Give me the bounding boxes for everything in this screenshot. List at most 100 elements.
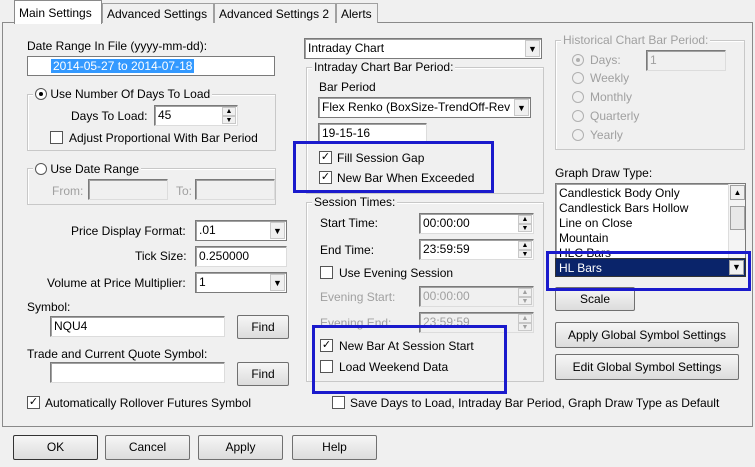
new-bar-session-start-checkbox[interactable]: ✓ <box>320 339 333 352</box>
new-bar-exceeded-checkbox[interactable]: ✓ <box>319 171 332 184</box>
intraday-bar-period-title: Intraday Chart Bar Period: <box>312 60 456 74</box>
start-time-label: Start Time: <box>320 216 379 230</box>
bar-period-value: Flex Renko (BoxSize-TrendOff-Rev <box>322 100 511 114</box>
date-range-value: 2014-05-27 to 2014-07-18 <box>51 59 195 73</box>
historical-weekly-label: Weekly <box>590 71 630 85</box>
graph-draw-scrollbar[interactable]: ▲ <box>728 184 745 258</box>
auto-rollover-checkbox[interactable]: ✓ <box>27 396 40 409</box>
historical-yearly-radio[interactable] <box>572 129 584 141</box>
historical-quarterly-radio[interactable] <box>572 110 584 122</box>
date-range-option[interactable]: Use Date Range <box>33 162 142 176</box>
quote-symbol-input[interactable] <box>50 362 225 383</box>
spin-down-icon[interactable]: ▼ <box>518 249 532 258</box>
graph-draw-type-list[interactable]: Candlestick Body Only Candlestick Bars H… <box>555 183 746 259</box>
dropdown-arrow-icon[interactable]: ▼ <box>729 260 744 275</box>
graph-draw-type-label: Graph Draw Type: <box>555 166 653 180</box>
load-weekend-checkbox[interactable] <box>320 360 333 373</box>
volume-multiplier-select[interactable]: 1 ▼ <box>195 272 287 293</box>
adjust-proportional-checkbox[interactable] <box>50 131 63 144</box>
spin-down-icon[interactable]: ▼ <box>518 296 532 305</box>
bar-period-select[interactable]: Flex Renko (BoxSize-TrendOff-Rev ▼ <box>318 97 531 118</box>
from-input[interactable] <box>88 179 168 200</box>
scroll-up-icon[interactable]: ▲ <box>730 185 745 200</box>
end-time-spinner[interactable]: ▲ ▼ <box>518 241 532 258</box>
evening-start-value: 00:00:00 <box>423 289 470 303</box>
volume-multiplier-label: Volume at Price Multiplier: <box>47 276 186 290</box>
fill-session-gap-label: Fill Session Gap <box>337 151 425 165</box>
to-input[interactable] <box>195 179 275 200</box>
bar-period-parameter-input[interactable]: 19-15-16 <box>318 123 427 144</box>
dropdown-arrow-icon[interactable]: ▼ <box>270 274 285 291</box>
evening-end-spinner[interactable]: ▲ ▼ <box>518 314 532 331</box>
new-bar-session-start-label: New Bar At Session Start <box>339 339 474 353</box>
tab-main-settings[interactable]: Main Settings <box>14 0 102 24</box>
symbol-find-button[interactable]: Find <box>237 315 289 339</box>
historical-quarterly-label: Quarterly <box>590 109 640 123</box>
evening-start-spinner[interactable]: ▲ ▼ <box>518 288 532 305</box>
spin-down-icon[interactable]: ▼ <box>518 223 532 232</box>
date-range-radio[interactable] <box>35 163 47 175</box>
symbol-label: Symbol: <box>27 300 71 314</box>
list-item[interactable]: Line on Close <box>556 216 745 231</box>
edit-global-settings-button[interactable]: Edit Global Symbol Settings <box>555 354 739 380</box>
days-to-load-input[interactable]: 45 ▲ ▼ <box>154 105 238 126</box>
help-button[interactable]: Help <box>292 435 377 460</box>
evening-start-input[interactable]: 00:00:00 ▲ ▼ <box>419 286 534 307</box>
quote-symbol-find-button[interactable]: Find <box>237 362 289 386</box>
days-to-load-spinner[interactable]: ▲ ▼ <box>222 107 236 124</box>
historical-yearly-label: Yearly <box>590 128 623 142</box>
chart-type-select[interactable]: Intraday Chart ▼ <box>304 38 542 59</box>
evening-end-input[interactable]: 23:59:59 ▲ ▼ <box>419 312 534 333</box>
spin-up-icon[interactable]: ▲ <box>518 241 532 250</box>
dropdown-arrow-icon[interactable]: ▼ <box>270 222 285 239</box>
date-range-field[interactable]: 2014-05-27 to 2014-07-18 <box>27 56 275 76</box>
tab-advanced-settings-2[interactable]: Advanced Settings 2 <box>214 3 336 23</box>
ok-button[interactable]: OK <box>13 435 98 460</box>
scroll-thumb[interactable] <box>730 206 745 230</box>
graph-draw-type-select[interactable]: HL Bars ▼ <box>555 258 746 277</box>
list-item[interactable]: Mountain <box>556 231 745 246</box>
end-time-label: End Time: <box>320 243 375 257</box>
use-date-range-label: Use Date Range <box>50 162 140 176</box>
spin-up-icon[interactable]: ▲ <box>222 107 236 116</box>
historical-monthly-radio[interactable] <box>572 91 584 103</box>
spin-down-icon[interactable]: ▼ <box>518 322 532 331</box>
end-time-value: 23:59:59 <box>423 242 470 256</box>
tab-alerts[interactable]: Alerts <box>336 3 378 23</box>
fill-session-gap-checkbox[interactable]: ✓ <box>319 151 332 164</box>
cancel-button[interactable]: Cancel <box>105 435 190 460</box>
auto-rollover-label: Automatically Rollover Futures Symbol <box>45 396 252 410</box>
save-as-default-checkbox[interactable] <box>332 396 345 409</box>
evening-session-checkbox[interactable] <box>320 266 333 279</box>
spin-up-icon[interactable]: ▲ <box>518 314 532 323</box>
historical-weekly-radio[interactable] <box>572 72 584 84</box>
price-format-select[interactable]: .01 ▼ <box>195 220 287 241</box>
end-time-input[interactable]: 23:59:59 ▲ ▼ <box>419 239 534 260</box>
symbol-input[interactable]: NQU4 <box>50 316 225 337</box>
days-to-load-value: 45 <box>158 108 172 122</box>
spin-down-icon[interactable]: ▼ <box>222 115 236 124</box>
dropdown-arrow-icon[interactable]: ▼ <box>525 40 540 57</box>
spin-up-icon[interactable]: ▲ <box>518 288 532 297</box>
quote-symbol-label: Trade and Current Quote Symbol: <box>27 347 208 361</box>
number-of-days-option[interactable]: Use Number Of Days To Load <box>33 87 213 101</box>
tick-size-input[interactable]: 0.250000 <box>195 246 287 267</box>
bar-period-label: Bar Period <box>319 80 376 94</box>
list-item[interactable]: Candlestick Body Only <box>556 186 745 201</box>
spin-up-icon[interactable]: ▲ <box>518 215 532 224</box>
session-times-title: Session Times: <box>312 195 398 209</box>
apply-button[interactable]: Apply <box>198 435 283 460</box>
start-time-spinner[interactable]: ▲ ▼ <box>518 215 532 232</box>
historical-days-radio[interactable] <box>572 54 584 66</box>
tab-advanced-settings[interactable]: Advanced Settings <box>102 3 214 23</box>
historical-days-input[interactable]: 1 <box>646 50 726 71</box>
save-as-default-label: Save Days to Load, Intraday Bar Period, … <box>350 396 720 410</box>
number-of-days-radio[interactable] <box>35 88 47 100</box>
historical-monthly-label: Monthly <box>590 90 633 104</box>
apply-global-settings-button[interactable]: Apply Global Symbol Settings <box>555 322 739 348</box>
historical-bar-period-title: Historical Chart Bar Period: <box>561 33 711 47</box>
dropdown-arrow-icon[interactable]: ▼ <box>514 99 529 116</box>
start-time-input[interactable]: 00:00:00 ▲ ▼ <box>419 213 534 234</box>
scale-button[interactable]: Scale <box>555 287 635 311</box>
list-item[interactable]: Candlestick Bars Hollow <box>556 201 745 216</box>
